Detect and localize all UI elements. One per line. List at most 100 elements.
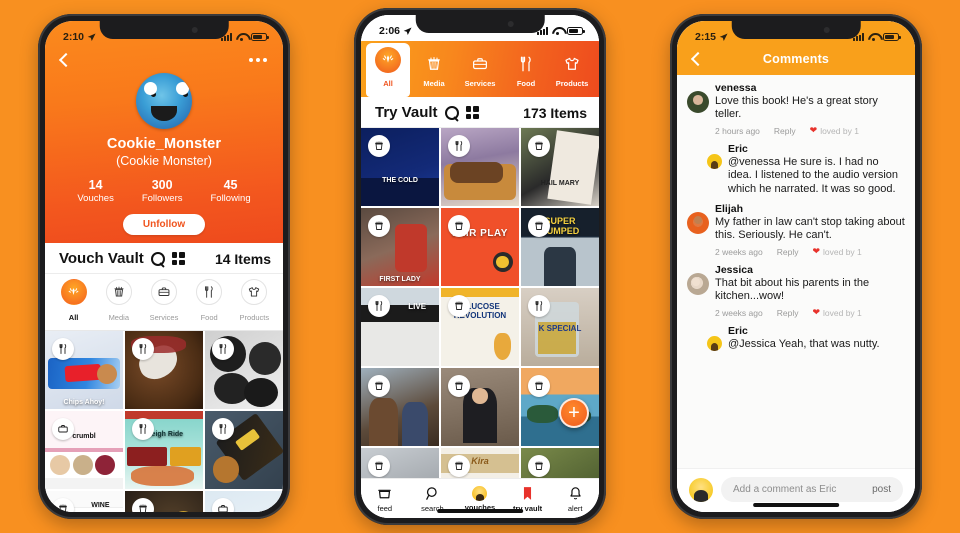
vault-item[interactable]: SUPER PUMPED (521, 208, 599, 286)
reply-button[interactable]: Reply (774, 126, 796, 136)
stat-vouches[interactable]: 14 Vouches (77, 178, 113, 204)
fork-knife-icon (132, 418, 154, 440)
comment-placeholder: Add a comment as Eric (733, 484, 837, 495)
loved-count[interactable]: ❤ loved by 1 (812, 247, 861, 257)
stat-label: Vouches (77, 193, 114, 204)
category-food[interactable]: Food (504, 55, 548, 97)
vault-item-count: 173 Items (523, 104, 587, 121)
vault-grid: Chips Ahoy! crumbl Sleigh Ride WINE (45, 331, 283, 512)
more-options-icon[interactable] (249, 58, 267, 62)
reply-button[interactable]: Reply (777, 308, 799, 318)
heart-icon: ❤ (809, 125, 818, 136)
category-services[interactable]: Services (458, 55, 502, 97)
fork-knife-icon (196, 279, 223, 305)
category-label: Products (555, 79, 589, 88)
vault-item[interactable]: Kira (441, 448, 519, 478)
category-label: Media (108, 313, 129, 322)
comments-list[interactable]: venessa Love this book! He's a great sto… (677, 75, 915, 468)
vault-item[interactable]: WINE (45, 491, 123, 512)
avatar[interactable] (707, 153, 722, 169)
category-media[interactable]: Media (412, 55, 456, 97)
vouch-vault-bar: Vouch Vault 14 Items (45, 243, 283, 274)
vault-item[interactable] (361, 448, 439, 478)
try-vault-grid-wrap: THE COLD HAIL MARY FIRST LADY FAIR PLAY … (361, 128, 599, 478)
avatar[interactable] (687, 272, 709, 295)
vault-item[interactable] (205, 331, 283, 409)
popcorn-bucket-icon (448, 375, 470, 397)
vault-item[interactable]: FIRST LADY (361, 208, 439, 286)
vault-item-caption: LIVE (408, 301, 427, 311)
grid-view-icon[interactable] (465, 106, 479, 119)
search-icon[interactable] (444, 105, 459, 120)
status-time: 2:15 (695, 31, 717, 43)
vault-item[interactable]: Chips Ahoy! (45, 331, 123, 409)
battery-icon (883, 33, 901, 41)
vault-item[interactable]: LIVE (361, 288, 439, 366)
profile-avatar-icon (472, 485, 488, 501)
heart-icon: ❤ (812, 246, 821, 257)
tab-feed[interactable]: feed (363, 485, 407, 513)
category-all[interactable]: All (54, 279, 94, 325)
vault-item[interactable] (521, 448, 599, 478)
vault-item[interactable] (441, 368, 519, 446)
comment-input[interactable]: Add a comment as Eric post (721, 477, 903, 502)
avatar[interactable] (136, 73, 192, 129)
phone1-screen: 2:10 Cookie_Monster (Cookie Monster) 14 … (45, 21, 283, 512)
vault-item[interactable]: K SPECIAL (521, 288, 599, 366)
vault-item-count: 14 Items (214, 250, 271, 267)
wifi-icon (236, 33, 247, 41)
back-chevron-icon[interactable] (691, 51, 701, 67)
add-plus-icon[interactable]: + (559, 398, 589, 428)
avatar[interactable] (687, 91, 709, 113)
stat-following[interactable]: 45 Following (210, 178, 250, 204)
fork-knife-icon (448, 135, 470, 157)
post-button[interactable]: post (872, 484, 891, 495)
vault-item[interactable] (125, 331, 203, 409)
vault-item[interactable] (361, 368, 439, 446)
vault-item[interactable]: HAIL MARY (521, 128, 599, 206)
category-food[interactable]: Food (189, 279, 229, 325)
vault-item-caption: HAIL MARY (540, 180, 580, 188)
location-arrow-icon (87, 32, 96, 42)
vault-item[interactable]: GLUCOSE REVOLUTION (441, 288, 519, 366)
avatar[interactable] (687, 212, 709, 235)
back-chevron-icon[interactable] (59, 52, 69, 68)
bell-icon (570, 486, 581, 499)
vault-item[interactable]: Sleigh Ride (125, 411, 203, 489)
vault-item[interactable]: THE COLD (361, 128, 439, 206)
avatar[interactable] (689, 477, 713, 502)
popcorn-bucket-icon (528, 455, 550, 477)
vault-item[interactable]: FAIR PLAY (441, 208, 519, 286)
category-media[interactable]: Media (99, 279, 139, 325)
wifi-icon (868, 33, 879, 41)
grid-view-icon[interactable] (171, 252, 185, 265)
category-products[interactable]: Products (234, 279, 274, 325)
category-label: All (383, 79, 393, 88)
profile-stats: 14 Vouches 300 Followers 45 Following (45, 178, 283, 204)
fork-knife-icon (368, 295, 390, 317)
page-title: Comments (762, 52, 830, 66)
vault-item[interactable] (205, 491, 283, 512)
vault-item-caption: THE COLD (382, 177, 418, 185)
category-products[interactable]: Products (550, 55, 594, 97)
search-icon[interactable] (150, 251, 165, 266)
stat-value: 45 (223, 178, 238, 192)
unfollow-button[interactable]: Unfollow (122, 214, 206, 235)
tab-vouches[interactable]: vouches (458, 485, 502, 512)
vault-item[interactable]: Baking (125, 491, 203, 512)
tab-label: alert (567, 503, 583, 513)
category-services[interactable]: Services (144, 279, 184, 325)
loved-count[interactable]: ❤ loved by 1 (810, 126, 859, 136)
profile-top-nav (45, 47, 283, 71)
loved-count[interactable]: ❤ loved by 1 (812, 308, 861, 318)
stat-followers[interactable]: 300 Followers (142, 178, 183, 204)
vault-item[interactable] (205, 411, 283, 489)
avatar[interactable] (707, 335, 722, 351)
tab-alert[interactable]: alert (553, 485, 597, 513)
vault-item[interactable]: crumbl (45, 411, 123, 489)
category-all[interactable]: All (366, 43, 410, 97)
loved-label: loved by 1 (823, 307, 862, 318)
reply-button[interactable]: Reply (777, 247, 799, 257)
fork-knife-icon (528, 295, 550, 317)
vault-item[interactable] (441, 128, 519, 206)
